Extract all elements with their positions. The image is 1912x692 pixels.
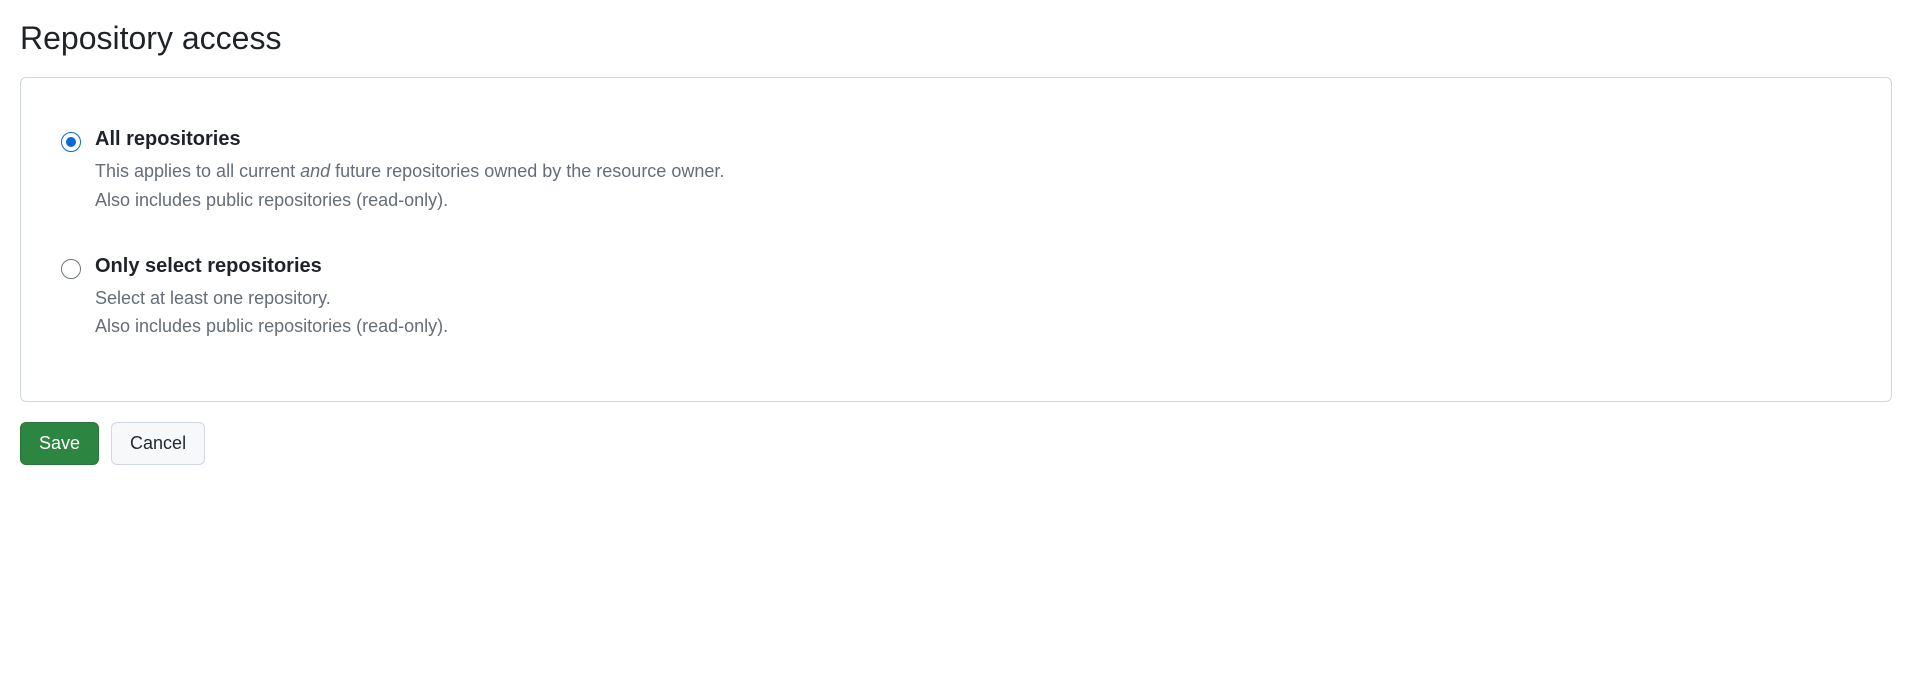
save-button[interactable]: Save (20, 422, 99, 465)
option-select-content: Only select repositories Select at least… (95, 255, 1851, 342)
desc-text: Select at least one repository. (95, 288, 331, 308)
desc-text: Also includes public repositories (read-… (95, 316, 448, 336)
repository-access-panel: All repositories This applies to all cur… (20, 77, 1892, 402)
page-title: Repository access (20, 20, 1892, 57)
option-all-repositories: All repositories This applies to all cur… (61, 128, 1851, 215)
desc-text: This applies to all current (95, 161, 300, 181)
desc-text: future repositories owned by the resourc… (330, 161, 724, 181)
description-select-repositories: Select at least one repository. Also inc… (95, 284, 1851, 342)
option-select-repositories: Only select repositories Select at least… (61, 255, 1851, 342)
description-all-repositories: This applies to all current and future r… (95, 157, 1851, 215)
radio-select-repositories[interactable] (61, 259, 81, 279)
cancel-button[interactable]: Cancel (111, 422, 205, 465)
label-select-repositories[interactable]: Only select repositories (95, 255, 1851, 278)
repository-access-radio-group: All repositories This applies to all cur… (61, 128, 1851, 341)
desc-em: and (300, 161, 330, 181)
button-row: Save Cancel (20, 422, 1892, 465)
radio-all-repositories[interactable] (61, 132, 81, 152)
desc-text: Also includes public repositories (read-… (95, 190, 448, 210)
label-all-repositories[interactable]: All repositories (95, 128, 1851, 151)
option-all-content: All repositories This applies to all cur… (95, 128, 1851, 215)
